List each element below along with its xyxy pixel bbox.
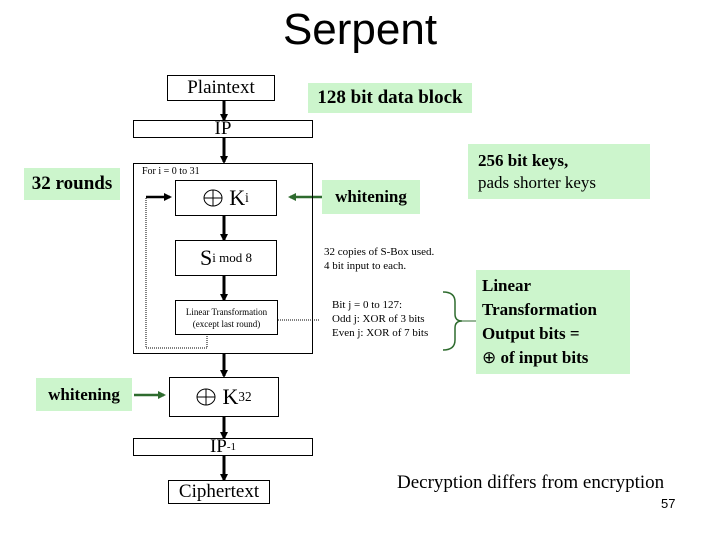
final-key-label: K — [222, 384, 239, 409]
key-mix-box: Ki — [175, 180, 277, 216]
ip-label: IP — [214, 118, 232, 139]
whitening-bottom-note: whitening — [36, 378, 132, 411]
rounds-label: 32 rounds — [31, 173, 113, 194]
curly-brace — [442, 291, 463, 351]
ip-inverse-box: IP -1 — [133, 436, 313, 457]
lt-note: Bit j = 0 to 127: Odd j: XOR of 3 bits E… — [332, 298, 428, 340]
lt-note-line2: Odd j: XOR of 3 bits — [332, 313, 425, 325]
key-mix-sub: i — [245, 190, 249, 205]
linear-line2: (except last round) — [192, 318, 261, 329]
xor-icon — [203, 189, 223, 207]
sbox-note-line2: 4 bit input to each. — [324, 260, 407, 272]
linear-transform-box: Linear Transformation (except last round… — [175, 300, 278, 335]
plaintext-label: Plaintext — [187, 77, 255, 98]
lt-note-line3: Even j: XOR of 7 bits — [332, 327, 429, 339]
plaintext-box: Plaintext — [167, 75, 275, 101]
sbox-note: 32 copies of S-Box used. 4 bit input to … — [324, 245, 434, 273]
keys-line2: pads shorter keys — [478, 173, 597, 192]
sbox-note-line1: 32 copies of S-Box used. — [324, 246, 435, 258]
decryption-note: Decryption differs from encryption — [397, 472, 665, 493]
ip-box: IP — [133, 118, 313, 139]
keys-note: 256 bit keys, pads shorter keys — [468, 144, 650, 199]
page-number: 57 — [661, 496, 676, 511]
lt-summary-line3: Output bits = — [482, 324, 580, 343]
ip-inverse-sup: -1 — [226, 441, 237, 453]
whitening-bottom-label: whitening — [48, 384, 120, 404]
xor-icon — [196, 388, 216, 406]
final-key-sub: 32 — [238, 389, 252, 404]
key-mix-key: K — [229, 185, 246, 210]
lt-summary-line4-text: of input bits — [496, 348, 589, 367]
ip-inverse-label: IP — [209, 436, 227, 457]
lt-summary-note: Linear Transformation Output bits = ⊕ of… — [476, 270, 630, 374]
sbox-main: S — [200, 245, 213, 270]
loop-label: For i = 0 to 31 — [142, 166, 200, 177]
whitening-top-label: whitening — [335, 187, 407, 206]
lt-summary-line1: Linear — [482, 276, 532, 295]
final-key-box: K 32 — [169, 377, 279, 417]
xor-symbol: ⊕ — [482, 348, 497, 367]
ciphertext-box: Ciphertext — [168, 480, 270, 504]
data-block-label: 128 bit data block — [317, 87, 463, 108]
rounds-note: 32 rounds — [24, 168, 120, 200]
whitening-top-note: whitening — [322, 180, 420, 214]
data-block-note: 128 bit data block — [308, 83, 472, 113]
lt-note-line1: Bit j = 0 to 127: — [332, 299, 403, 311]
lt-summary-line4: ⊕ of input bits — [482, 346, 630, 370]
ciphertext-label: Ciphertext — [178, 481, 260, 502]
sbox-box: Si mod 8 — [175, 240, 277, 276]
sbox-sub: i mod 8 — [212, 250, 252, 265]
keys-line1: 256 bit keys, — [478, 151, 569, 170]
linear-line1: Linear Transformation — [185, 306, 268, 317]
lt-summary-line2: Transformation — [482, 300, 597, 319]
